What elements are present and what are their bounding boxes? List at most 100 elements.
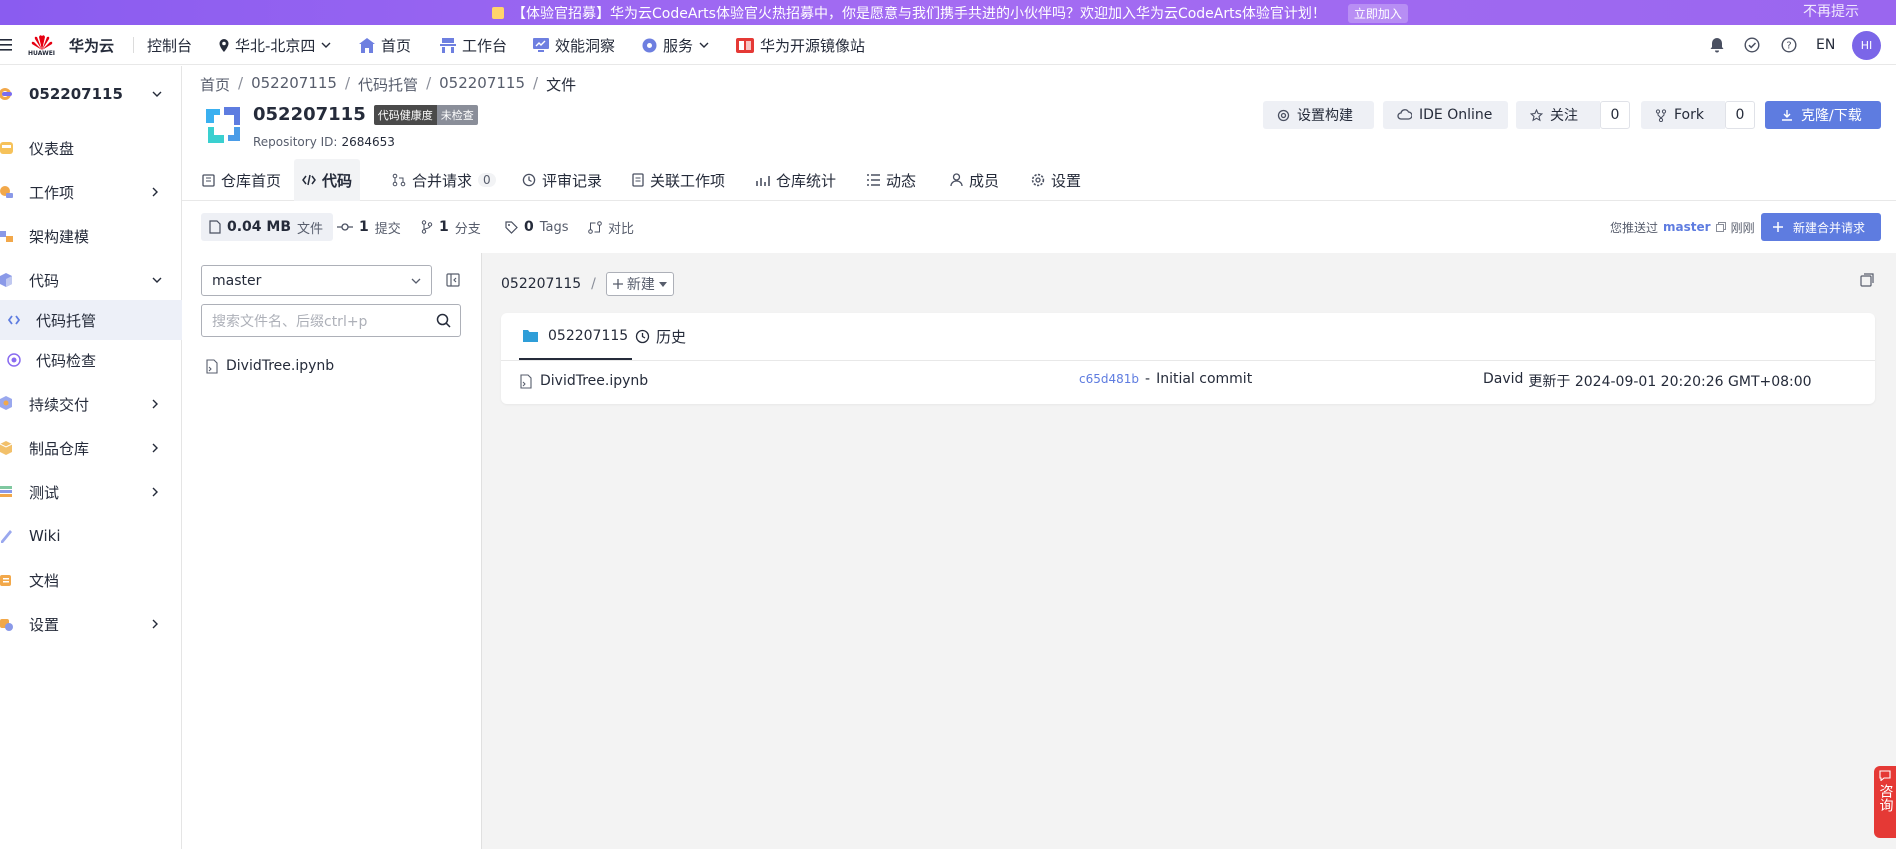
language-toggle[interactable]: EN [1816,25,1835,65]
follow-count: 0 [1600,101,1630,129]
tab-repo-home[interactable]: 仓库首页 [200,159,287,201]
follow-button[interactable]: 关注 [1516,101,1600,129]
repo-name[interactable]: 052207115 [253,104,366,125]
file-size-icon [209,220,221,234]
architecture-icon [0,231,13,242]
nav-home[interactable]: 首页 [359,25,411,65]
workbench-icon [440,37,456,53]
branch-icon [421,220,433,234]
avatar[interactable]: HI [1852,25,1881,65]
tab-folder[interactable]: 052207115 [519,313,633,360]
pushed-branch-link[interactable]: master [1663,220,1711,234]
nav-insight[interactable]: 效能洞察 [533,25,615,65]
services-icon [642,38,657,52]
tab-reviews[interactable]: 评审记录 [522,159,602,201]
tree-file-item[interactable]: DividTree.ipynb [206,358,334,374]
path-root[interactable]: 052207115 [501,276,581,292]
tab-merge-requests[interactable]: 合并请求 0 [392,159,496,201]
code-icon [0,273,12,287]
location-icon [219,38,229,52]
project-switcher[interactable]: 052207115 [0,77,182,111]
chevron-down-icon [699,42,709,48]
tab-history[interactable]: 历史 [635,313,686,360]
nav-services[interactable]: 服务 [642,25,709,65]
branch-select[interactable]: master [201,265,432,296]
commit-message[interactable]: Initial commit [1156,371,1252,387]
brand-logo[interactable]: HUAWEI 华为云 [28,25,114,65]
chat-icon [1879,770,1891,781]
sidebar-item-code-hosting[interactable]: 代码托管 [0,300,182,340]
breadcrumb-project[interactable]: 052207115 [251,74,337,95]
sidebar-item-settings[interactable]: 设置 [0,604,182,644]
project-icon [0,88,12,100]
branches-stat[interactable]: 1 分支 [421,213,481,241]
file-search-input[interactable]: 搜索文件名、后缀ctrl+p [201,304,461,337]
fork-button[interactable]: Fork [1641,101,1725,129]
test-icon [0,486,12,497]
sidebar-item-workitems[interactable]: 工作项 [0,172,182,212]
consult-button[interactable]: 咨询 [1874,766,1896,838]
tags-stat[interactable]: 0 Tags [505,213,569,241]
new-merge-request-button[interactable]: 新建合并请求 [1761,213,1881,241]
notification-icon[interactable] [1709,25,1725,65]
sidebar-item-code-check[interactable]: 代码检查 [0,340,182,380]
updated-info: David 更新于 2024-09-01 20:20:26 GMT+08:00 [1483,371,1812,391]
sidebar-item-artifacts[interactable]: 制品仓库 [0,428,182,468]
file-icon [206,358,218,374]
compare-link[interactable]: 对比 [588,213,634,241]
sidebar-item-delivery[interactable]: 持续交付 [0,384,182,424]
breadcrumb-home[interactable]: 首页 [200,74,230,95]
banner-message: 【体验官招募】华为云CodeArts体验官火热招募中，你是愿意与我们携手共进的小… [512,6,1326,22]
tab-statistics[interactable]: 仓库统计 [756,159,836,201]
chevron-down-icon [152,91,162,97]
tab-members[interactable]: 成员 [950,159,999,201]
file-list-card: 052207115 历史 DividTree.ipynb c65d481b - … [501,313,1875,404]
chevron-down-icon [152,277,162,283]
sidebar-item-wiki[interactable]: Wiki [0,516,182,556]
sidebar-item-dashboard[interactable]: 仪表盘 [0,128,182,168]
repo-home-icon [202,173,215,187]
user-icon [950,173,963,187]
copy-icon[interactable] [1715,222,1726,232]
commit-hash-link[interactable]: c65d481b [1079,372,1139,386]
collapse-tree-icon[interactable] [446,273,460,287]
table-row[interactable]: DividTree.ipynb c65d481b - Initial commi… [501,361,1875,404]
commit-info: c65d481b - Initial commit [1079,371,1253,387]
join-button[interactable]: 立即加入 [1347,3,1408,23]
tab-code[interactable]: 代码 [294,159,360,201]
repo-size-stat[interactable]: 0.04 MB 文件 [201,213,334,241]
breadcrumb-code-hosting[interactable]: 代码托管 [358,74,418,95]
new-file-dropdown[interactable]: 新建 [605,272,674,296]
file-icon [520,373,532,389]
nav-mirror[interactable]: 华为开源镜像站 [736,25,865,65]
sidebar-item-docs[interactable]: 文档 [0,560,182,600]
sidebar-item-test[interactable]: 测试 [0,472,182,512]
build-settings-button[interactable]: 设置构建 [1263,101,1374,129]
sidebar-item-code[interactable]: 代码 [0,260,182,300]
chevron-right-icon [152,399,158,409]
fullscreen-icon[interactable] [1860,273,1874,287]
clone-download-button[interactable]: 克隆/下载 [1765,101,1881,129]
tab-activity[interactable]: 动态 [867,159,916,201]
help-icon[interactable]: ? [1781,25,1797,65]
menu-icon[interactable] [0,25,12,65]
ide-online-button[interactable]: IDE Online [1383,101,1508,129]
dismiss-link[interactable]: 不再提示 [1803,1,1859,21]
region-selector[interactable]: 华北-北京四 [219,25,331,65]
console-link[interactable]: 控制台 [147,25,192,65]
dashboard-icon [0,142,13,154]
top-navigation: HUAWEI 华为云 控制台 华北-北京四 首页 工作台 效能洞察 服务 华为开… [0,25,1896,65]
tab-linked-workitems[interactable]: 关联工作项 [632,159,725,201]
search-icon[interactable] [436,313,451,328]
caret-down-icon [658,281,667,287]
commits-stat[interactable]: 1 提交 [337,213,401,241]
sidebar-item-architecture[interactable]: 架构建模 [0,216,182,256]
fork-icon [1655,108,1667,122]
health-badge[interactable]: 代码健康度 未检查 [373,104,478,125]
nav-workbench[interactable]: 工作台 [440,25,507,65]
todo-check-icon[interactable] [1744,25,1760,65]
file-name-link[interactable]: DividTree.ipynb [520,373,648,389]
breadcrumb-repo[interactable]: 052207115 [439,74,525,95]
chevron-right-icon [152,619,158,629]
tab-settings[interactable]: 设置 [1031,159,1081,201]
